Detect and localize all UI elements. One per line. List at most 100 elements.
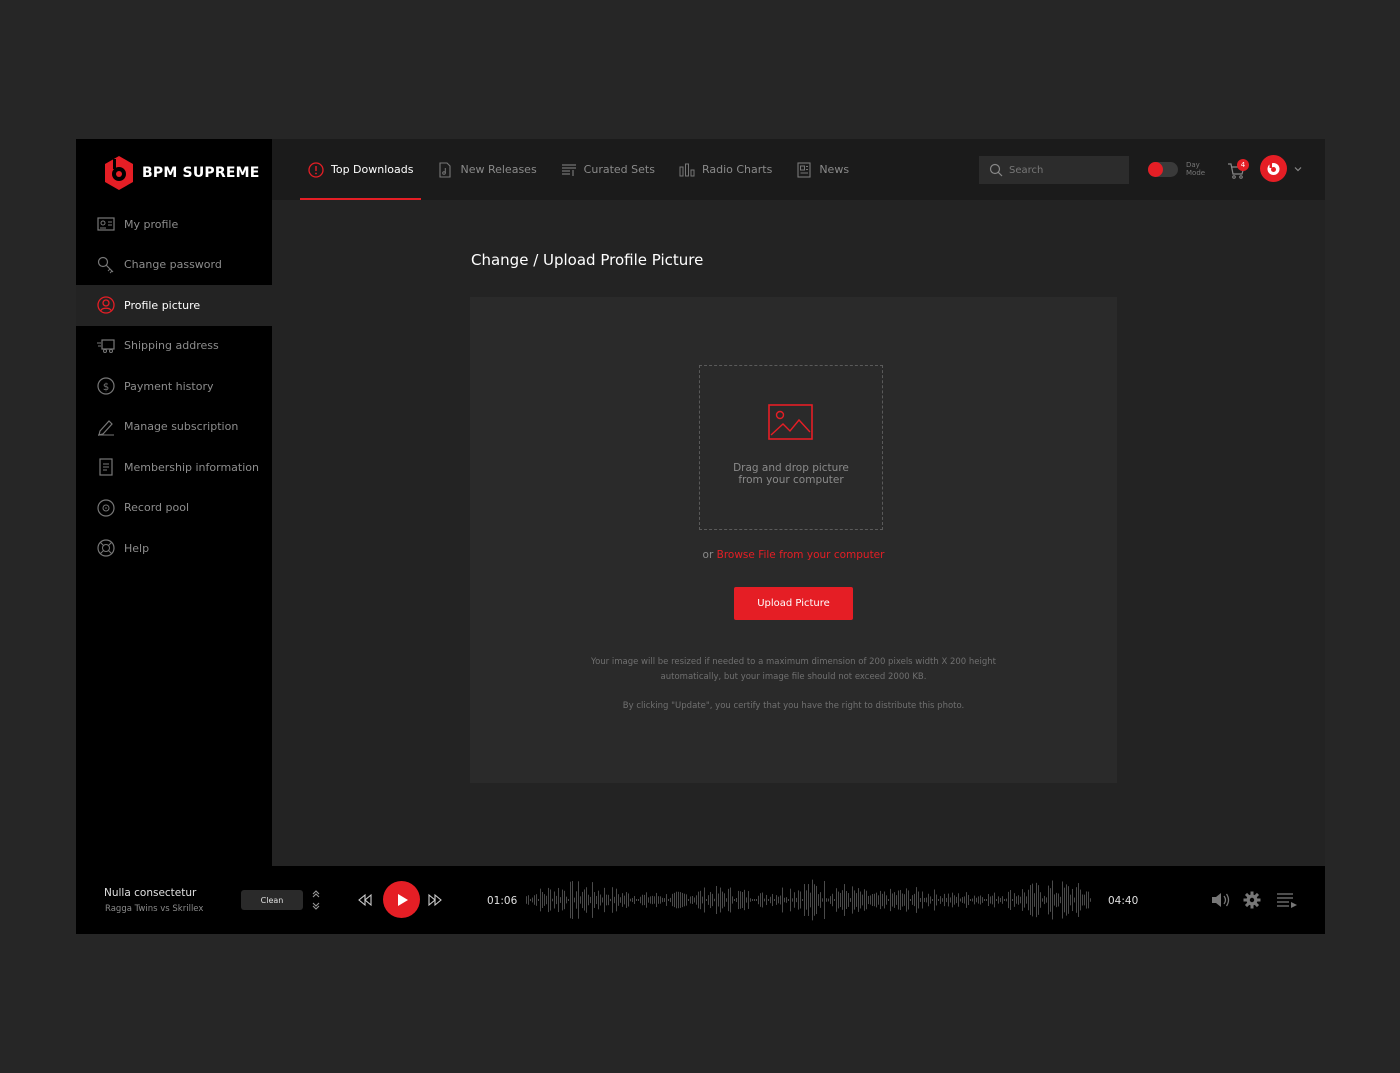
- waveform-bar: [984, 899, 985, 901]
- waveform-bar: [608, 894, 609, 906]
- waveform-bar: [682, 892, 683, 908]
- waveform-bar: [926, 897, 927, 903]
- waveform-scrubber[interactable]: [526, 876, 1092, 924]
- waveform-bar: [596, 895, 597, 905]
- waveform-bar: [782, 887, 783, 913]
- search-box: [979, 156, 1129, 184]
- waveform-bar: [888, 899, 889, 901]
- sidebar-item-record-pool[interactable]: Record pool: [76, 488, 272, 529]
- document-icon: [97, 458, 115, 476]
- waveform-bar: [958, 893, 959, 907]
- waveform-bar: [684, 893, 685, 907]
- upload-picture-button[interactable]: Upload Picture: [734, 587, 853, 620]
- waveform-bar: [896, 895, 897, 905]
- main-tabs: Top Downloads New Releases Curated Sets …: [300, 139, 865, 200]
- waveform-bar: [750, 898, 751, 902]
- waveform-bar: [1086, 891, 1087, 909]
- waveform-bar: [848, 893, 849, 907]
- waveform-bar: [658, 896, 659, 904]
- tab-top-downloads[interactable]: Top Downloads: [300, 139, 422, 200]
- chevron-down-icon[interactable]: [1293, 164, 1303, 174]
- waveform-bar: [880, 890, 881, 910]
- waveform-bar: [1054, 894, 1055, 906]
- volume-icon[interactable]: [1211, 891, 1231, 909]
- logo-icon: [105, 156, 133, 190]
- sidebar-item-manage-subscription[interactable]: Manage subscription: [76, 407, 272, 448]
- fast-forward-icon[interactable]: [428, 893, 442, 907]
- sidebar-item-membership-information[interactable]: Membership information: [76, 447, 272, 488]
- dropzone[interactable]: Drag and drop picture from your computer: [699, 365, 883, 530]
- waveform-bar: [832, 893, 833, 907]
- waveform-bar: [694, 897, 695, 903]
- waveform-bar: [552, 898, 553, 902]
- waveform-bar: [618, 894, 619, 906]
- waveform-bar: [882, 893, 883, 907]
- waveform-bar: [566, 896, 567, 904]
- waveform-bar: [924, 897, 925, 903]
- sidebar-item-label: Change password: [124, 258, 222, 272]
- sidebar-item-change-password[interactable]: Change password: [76, 245, 272, 286]
- waveform-bar: [1016, 896, 1017, 904]
- waveform-bar: [736, 897, 737, 903]
- truck-icon: [97, 337, 115, 355]
- waveform-bar: [930, 896, 931, 904]
- waveform-bar: [1012, 899, 1013, 901]
- dollar-circle-icon: $: [97, 377, 115, 395]
- waveform-bar: [920, 898, 921, 902]
- waveform-bar: [1076, 887, 1077, 913]
- waveform-bar: [1024, 892, 1025, 908]
- waveform-bar: [940, 896, 941, 904]
- sidebar-item-profile-picture[interactable]: Profile picture: [76, 285, 272, 326]
- day-mode-label-line1: Day: [1186, 161, 1200, 169]
- queue-icon[interactable]: [1276, 891, 1298, 909]
- waveform-bar: [650, 896, 651, 904]
- sidebar: BPM SUPREME My profile Change password P…: [76, 139, 272, 866]
- upload-panel: Drag and drop picture from your computer…: [470, 297, 1117, 783]
- avatar[interactable]: [1260, 155, 1287, 182]
- waveform-bar: [798, 890, 799, 910]
- sidebar-item-label: Help: [124, 541, 150, 555]
- download-circle-icon: [308, 161, 324, 178]
- waveform-bar: [878, 895, 879, 905]
- tab-news[interactable]: News: [788, 139, 857, 200]
- search-input[interactable]: [1009, 164, 1119, 176]
- waveform-bar: [534, 895, 535, 905]
- expand-collapse-icon[interactable]: [310, 888, 322, 912]
- brand-logo[interactable]: BPM SUPREME: [102, 155, 260, 191]
- waveform-bar: [858, 888, 859, 912]
- waveform-bar: [700, 890, 701, 910]
- waveform-bar: [978, 896, 979, 904]
- browse-file-link[interactable]: Browse File from your computer: [717, 549, 885, 561]
- waveform-bar: [748, 891, 749, 909]
- rewind-icon[interactable]: [358, 893, 372, 907]
- sidebar-item-shipping-address[interactable]: Shipping address: [76, 326, 272, 367]
- day-mode-toggle[interactable]: [1148, 162, 1178, 177]
- gear-icon[interactable]: [1243, 891, 1261, 909]
- waveform-bar: [632, 897, 633, 903]
- waveform-bar: [818, 894, 819, 906]
- waveform-bar: [706, 899, 707, 901]
- play-button[interactable]: [383, 881, 420, 918]
- waveform-bar: [884, 891, 885, 909]
- waveform-bar: [1068, 886, 1069, 914]
- tab-radio-charts[interactable]: Radio Charts: [671, 139, 780, 200]
- tab-curated-sets[interactable]: Curated Sets: [553, 139, 663, 200]
- waveform-bar: [584, 889, 585, 911]
- waveform-bar: [712, 893, 713, 907]
- waveform-bar: [542, 891, 543, 909]
- sidebar-item-help[interactable]: Help: [76, 528, 272, 569]
- waveform-bar: [660, 896, 661, 904]
- tab-new-releases[interactable]: New Releases: [429, 139, 544, 200]
- waveform-bar: [688, 899, 689, 901]
- waveform-bar: [752, 899, 753, 901]
- sidebar-item-label: Record pool: [124, 501, 190, 515]
- tab-label: New Releases: [460, 163, 537, 176]
- waveform-bar: [838, 891, 839, 909]
- waveform-bar: [956, 896, 957, 904]
- waveform-bar: [652, 895, 653, 905]
- waveform-bar: [594, 892, 595, 908]
- version-button[interactable]: Clean: [241, 890, 303, 910]
- waveform-bar: [592, 882, 593, 918]
- sidebar-item-payment-history[interactable]: $ Payment history: [76, 366, 272, 407]
- sidebar-item-my-profile[interactable]: My profile: [76, 204, 272, 245]
